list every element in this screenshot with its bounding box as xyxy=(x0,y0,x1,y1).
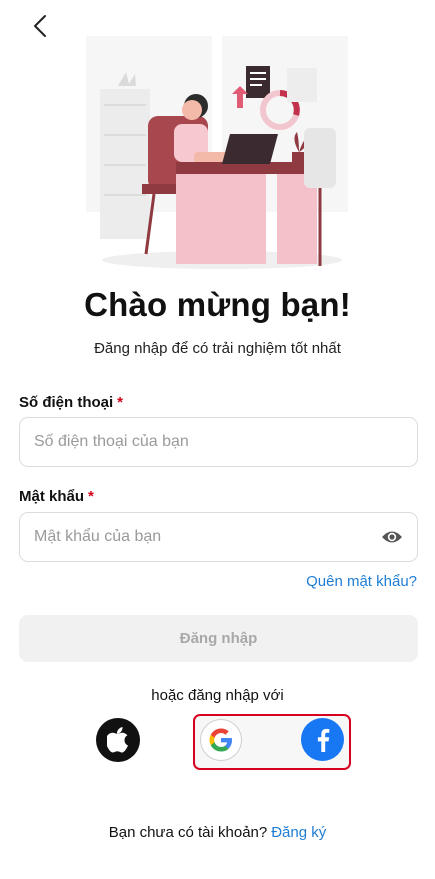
google-icon xyxy=(209,728,232,752)
welcome-subtitle: Đăng nhập để có trải nghiệm tốt nhất xyxy=(94,340,341,357)
facebook-login-button[interactable] xyxy=(301,718,344,761)
password-label: Mật khẩu * xyxy=(19,488,94,505)
signup-prompt: Bạn chưa có tài khoản? xyxy=(108,824,268,841)
phone-label: Số điện thoại * xyxy=(19,394,123,411)
phone-input[interactable] xyxy=(34,433,403,451)
chevron-left-icon xyxy=(34,15,46,37)
apple-icon xyxy=(107,727,128,753)
signup-link[interactable]: Đăng ký xyxy=(271,824,326,841)
password-input[interactable] xyxy=(34,528,381,546)
password-required-mark: * xyxy=(88,488,94,505)
google-login-button[interactable] xyxy=(200,719,242,761)
social-login-label: hoặc đăng nhập với xyxy=(151,687,284,704)
welcome-illustration xyxy=(86,36,348,269)
show-password-button[interactable] xyxy=(381,526,403,548)
password-label-text: Mật khẩu xyxy=(19,488,85,505)
phone-required-mark: * xyxy=(117,394,124,411)
signup-row: Bạn chưa có tài khoản? Đăng ký xyxy=(0,824,435,841)
apple-login-button[interactable] xyxy=(96,718,140,762)
password-field[interactable] xyxy=(19,512,418,562)
phone-field[interactable] xyxy=(19,417,418,467)
forgot-password-link[interactable]: Quên mật khẩu? xyxy=(306,573,417,590)
login-button[interactable]: Đăng nhập xyxy=(19,615,418,662)
back-button[interactable] xyxy=(22,8,58,44)
facebook-icon xyxy=(317,728,329,752)
eye-icon xyxy=(382,531,402,543)
phone-label-text: Số điện thoại xyxy=(19,394,114,411)
welcome-title: Chào mừng bạn! xyxy=(84,286,351,323)
